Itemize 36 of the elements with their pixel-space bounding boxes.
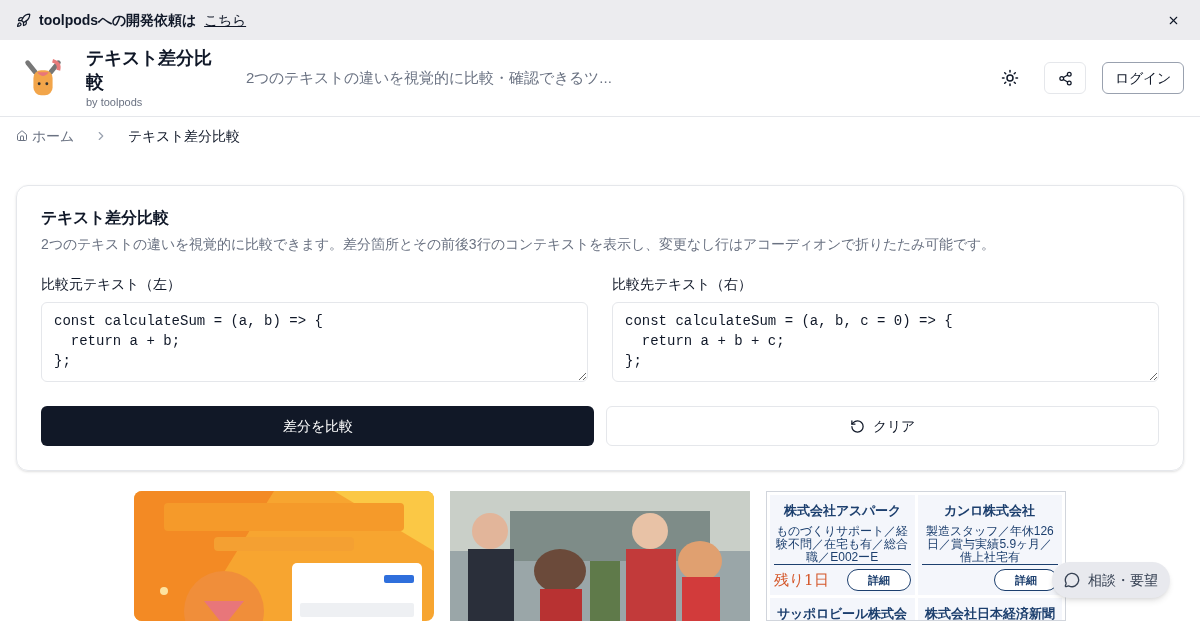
company-name: 株式会社アスパーク xyxy=(783,502,901,520)
tagline: 2つのテキストの違いを視覚的に比較・確認できるツ... xyxy=(246,67,612,88)
job-detail: ものづくりサポート／経験不問／在宅も有／総合職／E002ーE xyxy=(775,524,910,564)
sun-icon xyxy=(1001,69,1019,87)
share-icon xyxy=(1057,70,1073,86)
rocket-icon xyxy=(16,12,31,28)
byline: by toolpods xyxy=(86,94,144,110)
field-label: 比較先テキスト（右） xyxy=(612,275,753,294)
company-name: サッポロビール株式会 xyxy=(777,605,908,620)
job-listing[interactable]: 株式会社日本経済新聞 xyxy=(917,598,1062,620)
home-icon xyxy=(16,130,28,142)
announcement-link[interactable]: こちら xyxy=(204,10,247,30)
details-button[interactable]: 詳細 xyxy=(846,568,911,591)
job-listing[interactable]: カンロ株式会社 製造スタッフ／年休126日／賞与実績5.9ヶ月／借上社宅有 詳細 xyxy=(917,495,1062,595)
announcement-text: toolpodsへの開発依頼は xyxy=(39,11,197,30)
job-listing[interactable]: 株式会社アスパーク ものづくりサポート／経験不問／在宅も有／総合職／E002ーE 残り1日 詳細 xyxy=(770,495,915,595)
reset-icon xyxy=(850,418,865,434)
company-name: 株式会社日本経済新聞 xyxy=(924,605,1055,620)
text-input-field[interactable]: const calculateSum = (a, b, c = 0) => { return a + b + c; }; xyxy=(612,302,1159,382)
chat-button[interactable]: 相談・要望 xyxy=(1052,562,1170,598)
login-button[interactable]: ログイン xyxy=(1102,62,1184,94)
card-title: テキスト差分比較 xyxy=(41,208,170,228)
breadcrumb-current: テキスト差分比較 xyxy=(128,127,240,146)
compare-button[interactable]: 差分を比較 xyxy=(41,406,594,446)
job-detail: 製造スタッフ／年休126日／賞与実績5.9ヶ月／借上社宅有 xyxy=(924,524,1055,564)
deadline-label: 残り1日 xyxy=(774,569,829,591)
clear-button[interactable]: クリア xyxy=(606,406,1159,446)
share-button[interactable] xyxy=(1044,62,1086,94)
company-name: カンロ株式会社 xyxy=(944,502,1036,520)
job-listing[interactable]: サッポロビール株式会 xyxy=(770,598,915,620)
breadcrumb-link[interactable]: ホーム xyxy=(16,126,74,146)
text-input-field[interactable]: const calculateSum = (a, b) => { return a + b; }; xyxy=(41,302,588,382)
chat-bubble-icon xyxy=(1064,572,1080,588)
field-label: 比較元テキスト（左） xyxy=(41,275,182,294)
card-description: 2つのテキストの違いを視覚的に比較できます。差分箇所とその前後3行のコンテキストを表示し、変更なし行はアコーディオンで折りたたみ可能です。 xyxy=(41,235,996,254)
page-title: テキスト差分比較 xyxy=(86,46,213,94)
